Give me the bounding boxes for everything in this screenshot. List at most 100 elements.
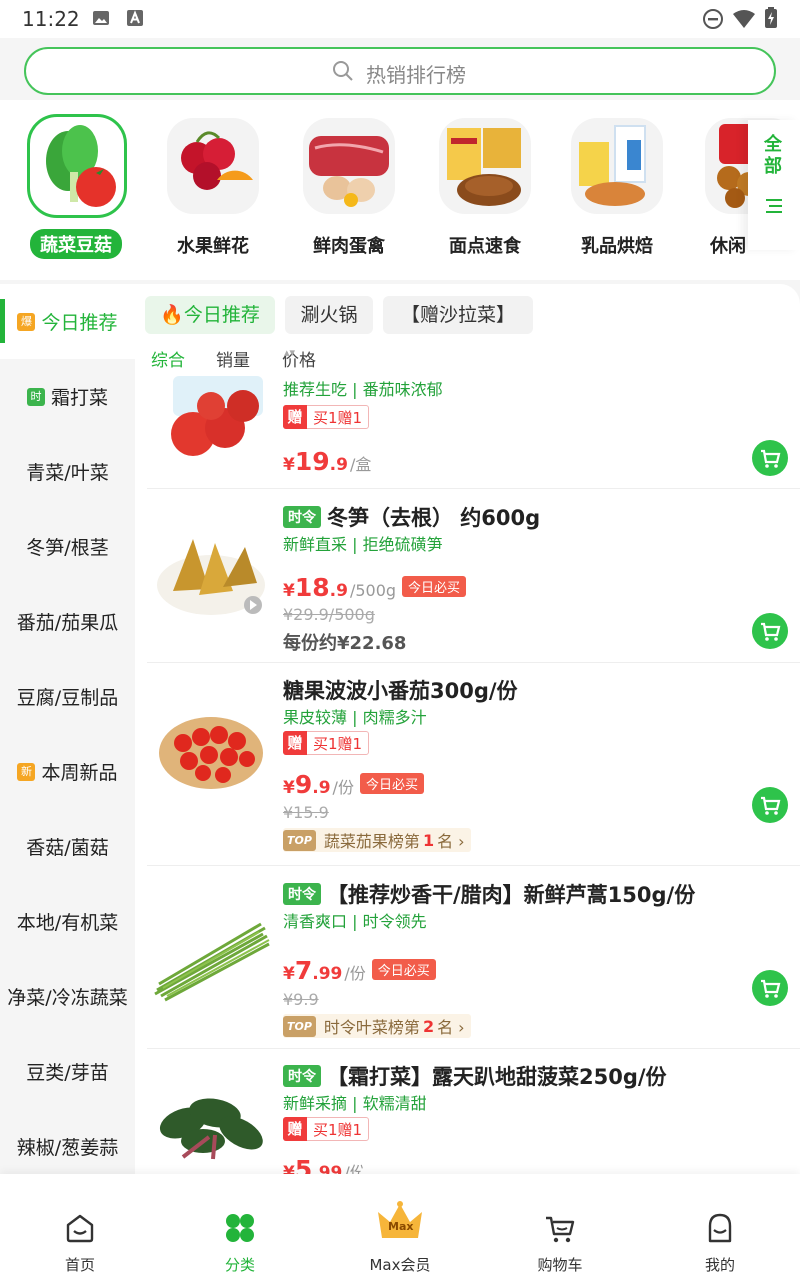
sidebar-item-label: 本地/有机菜 [16,912,119,934]
currency-symbol: ¥ [283,581,295,601]
gift-badge: 赠买1赠1 [283,731,370,755]
product-price: ¥18.9/500g 今日必买 [283,573,467,602]
profile-icon [708,1213,732,1243]
rank-text: 时令叶菜榜第 [323,1018,420,1037]
product-title: 糖果波波小番茄300g/份 [283,679,518,703]
sidebar-item-leafy[interactable]: 青菜/叶菜 [0,434,135,509]
fruits-image [167,118,259,214]
top-category-noodles-instant[interactable]: 面点速食 [428,116,538,266]
cart-icon [761,449,781,468]
must-buy-badge: 今日必买 [359,773,424,794]
all-categories-button[interactable]: 全部 [748,120,800,250]
top-category-label: 水果鲜花 [177,236,249,257]
gift-text: 买1赠1 [313,734,363,753]
top-category-fruits[interactable]: 水果鲜花 [156,116,266,266]
sidebar-item-tofu[interactable]: 豆腐/豆制品 [0,659,135,734]
nav-home[interactable]: 首页 [20,1174,140,1280]
sort-sales[interactable]: 销量 [216,346,250,371]
nav-max-member[interactable]: Max Max会员 [340,1174,460,1280]
sidebar-item-label: 香菇/菌菇 [26,837,109,859]
menu-lines-icon [766,199,782,213]
nav-category[interactable]: 分类 [180,1174,300,1280]
top-category-dairy-bakery[interactable]: 乳品烘焙 [560,116,670,266]
sidebar-item-tomato-melon[interactable]: 番茄/茄果瓜 [0,584,135,659]
top-category-vegetables[interactable]: 蔬菜豆菇 [20,114,130,266]
nav-profile[interactable]: 我的 [660,1174,780,1280]
price-unit: /盒 [349,455,372,474]
sidebar-item-new[interactable]: 新 本周新品 [0,734,135,809]
sidebar-item-label: 本周新品 [41,762,118,784]
sidebar-item-pepper-aromatics[interactable]: 辣椒/葱姜蒜 [0,1109,135,1184]
sidebar-item-label: 青菜/叶菜 [26,462,109,484]
product-price: ¥7.99/份 今日必买 [283,956,436,985]
gift-badge-icon: 赠 [283,405,307,429]
do-not-disturb-icon [703,9,723,29]
home-icon [66,1214,94,1243]
nav-label: Max会员 [369,1256,431,1274]
price-unit: /份 [344,964,366,983]
product-card[interactable]: 糖果波波小番茄300g/份 果皮较薄 | 肉糯多汁 赠买1赠1 ¥9.9/份 今日… [147,663,800,866]
status-bar: 11:22 [0,0,800,38]
price-unit: /份 [332,778,354,797]
ranking-badge[interactable]: TOP 时令叶菜榜第 2 名 › [283,1014,471,1038]
product-title: 时令 【霜打菜】露天趴地甜菠菜250g/份 [283,1061,667,1091]
add-to-cart-button[interactable] [752,613,788,649]
search-icon [333,61,353,81]
tab-salad-gift[interactable]: 【赠沙拉菜】 [383,296,533,334]
add-to-cart-button[interactable] [752,440,788,476]
top-category-label: 乳品烘焙 [581,236,653,257]
bamboo-shoot-image [157,539,265,615]
product-title-text: 【推荐炒香干/腊肉】新鲜芦蒿150g/份 [327,883,696,907]
sidebar-item-mushroom[interactable]: 香菇/菌菇 [0,809,135,884]
gift-badge: 赠买1赠1 [283,405,370,429]
battery-icon [765,7,777,28]
shopping-cart-icon [546,1216,575,1243]
sidebar-item-frost-veg[interactable]: 时 霜打菜 [0,359,135,434]
product-card[interactable]: 时令 【推荐炒香干/腊肉】新鲜芦蒿150g/份 清香爽口 | 时令领先 ¥7.99… [147,866,800,1049]
cart-icon [761,622,781,641]
currency-symbol: ¥ [283,1163,295,1174]
rank-number: 1 [422,830,435,850]
top-category-label: 面点速食 [449,236,521,257]
product-title: 时令 冬笋（去根） 约600g [283,502,540,532]
product-card[interactable]: 推荐生吃 | 番茄味浓郁 赠买1赠1 ¥19.9/盒 [147,374,800,489]
tab-hotpot[interactable]: 涮火锅 [285,296,373,334]
price-decimal: .99 [312,1163,343,1174]
top-category-bar: 蔬菜豆菇 水果鲜花 鲜肉蛋禽 面点速食 乳品烘焙 休闲 全部 [0,100,800,280]
sidebar-item-today[interactable]: 爆 今日推荐 [0,284,135,359]
tab-today-recommend[interactable]: 🔥今日推荐 [145,296,275,334]
add-to-cart-button[interactable] [752,970,788,1006]
top-category-label: 鲜肉蛋禽 [313,236,385,257]
font-notification-icon [127,10,143,26]
sidebar-item-local-organic[interactable]: 本地/有机菜 [0,884,135,959]
ranking-badge[interactable]: TOP 蔬菜茄果榜第 1 名 › [283,828,471,852]
all-categories-label: 全部 [764,134,782,177]
product-card[interactable]: 时令 冬笋（去根） 约600g 新鲜直采 | 拒绝硫磺笋 ¥18.9/500g 今日… [147,489,800,663]
sidebar-item-beans-sprouts[interactable]: 豆类/芽苗 [0,1034,135,1109]
product-card[interactable]: 时令 【霜打菜】露天趴地甜菠菜250g/份 新鲜采摘 | 软糯清甜 赠买1赠1 ¥… [147,1049,800,1174]
product-subtitle: 清香爽口 | 时令领先 [283,912,427,931]
tab-label: 今日推荐 [183,304,260,326]
image-notification-icon [93,11,109,25]
sidebar-item-label: 豆腐/豆制品 [16,687,119,709]
search-input[interactable]: 热销排行榜 [24,47,776,95]
seasonal-badge: 时 [26,387,45,406]
currency-symbol: ¥ [283,964,295,984]
sidebar-item-prepared-frozen[interactable]: 净菜/冷冻蔬菜 [0,959,135,1034]
sidebar-item-roots[interactable]: 冬笋/根茎 [0,509,135,584]
product-panel: 🔥今日推荐 涮火锅 【赠沙拉菜】 综合 销量 价格 ▴▾ 推荐生吃 | 番茄味浓郁… [135,284,800,1174]
sort-overall[interactable]: 综合 [151,346,185,371]
nav-label: 我的 [704,1256,735,1274]
product-subtitle: 推荐生吃 | 番茄味浓郁 [283,380,443,399]
active-indicator [0,299,5,343]
price-integer: 7 [294,956,313,985]
seasonal-tag: 时令 [283,1065,321,1087]
gift-badge-icon: 赠 [283,1117,307,1141]
add-to-cart-button[interactable] [752,787,788,823]
top-category-meat-eggs[interactable]: 鲜肉蛋禽 [292,116,402,266]
price-unit: /500g [349,581,397,600]
nav-label: 购物车 [537,1256,583,1274]
cart-icon [761,979,781,998]
nav-cart[interactable]: 购物车 [500,1174,620,1280]
gift-text: 买1赠1 [313,1120,363,1139]
